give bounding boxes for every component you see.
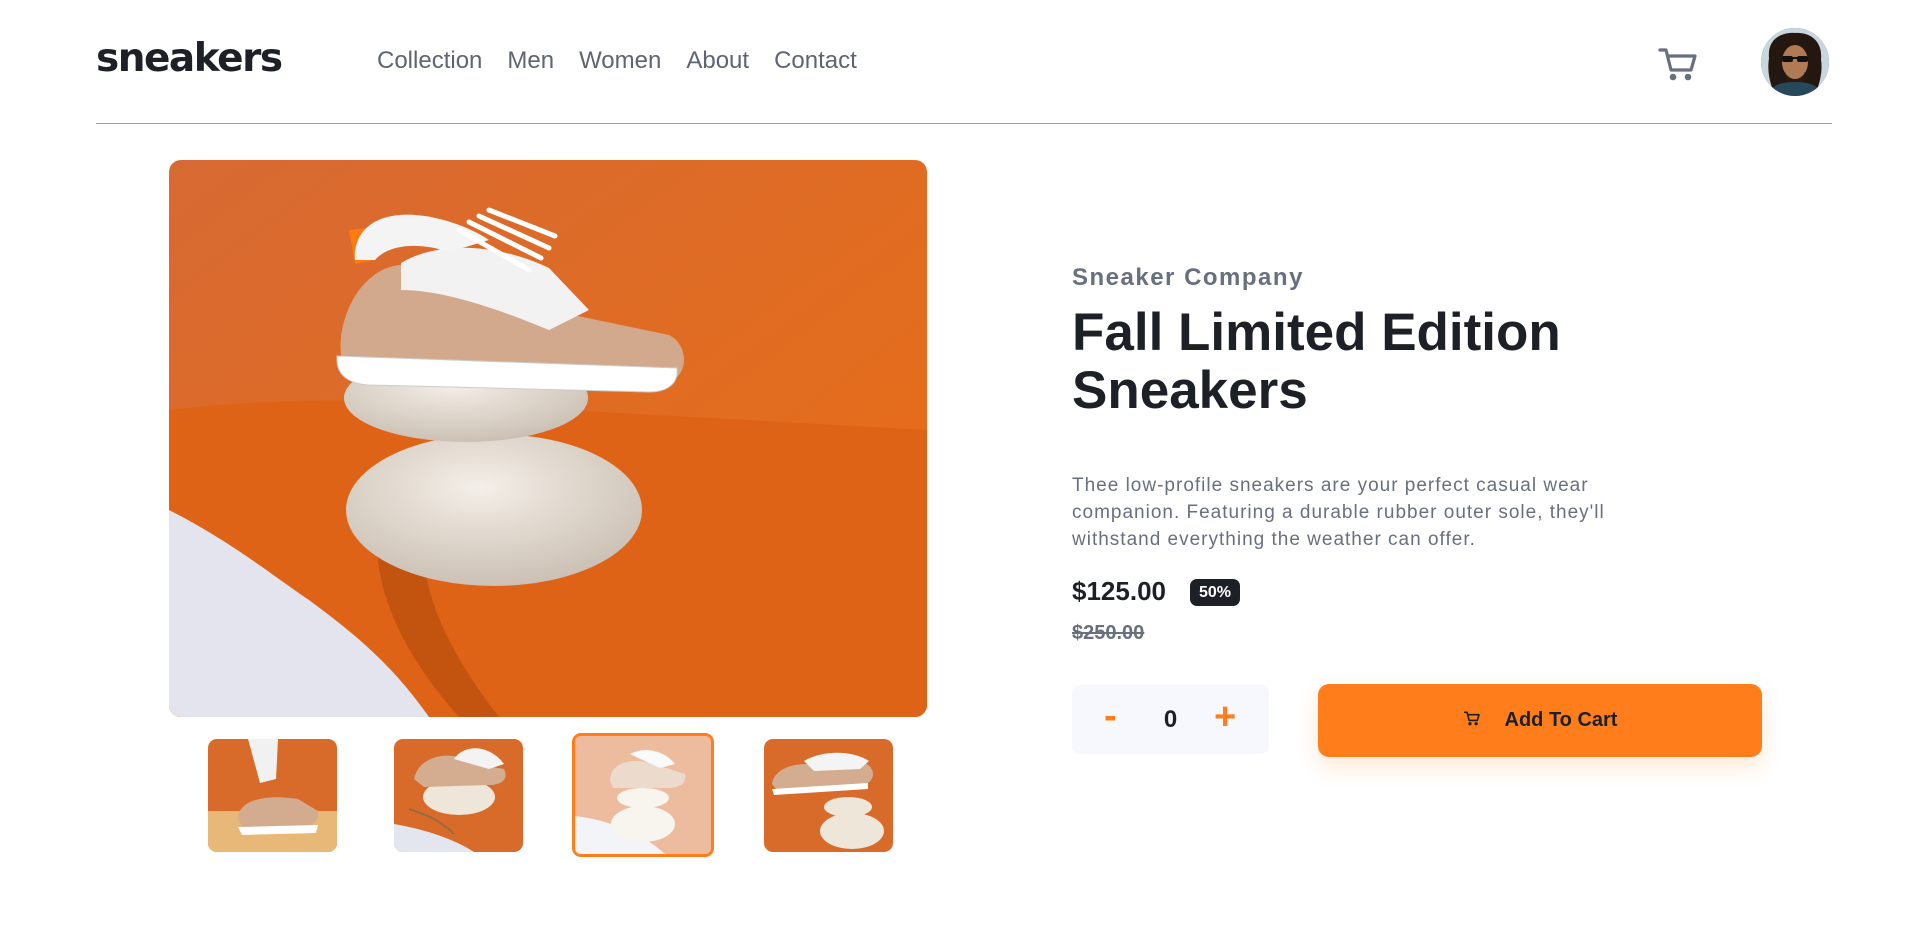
add-to-cart-label: Add To Cart [1504, 709, 1618, 731]
current-price: $125.00 [1072, 576, 1166, 606]
thumbnail-2[interactable] [394, 739, 523, 852]
original-price: $250.00 [1072, 622, 1145, 644]
thumbnail-4[interactable] [764, 739, 893, 852]
logo[interactable]: sneakers [96, 36, 283, 81]
company-name: Sneaker Company [1072, 264, 1304, 291]
thumbnail-1[interactable] [208, 739, 337, 852]
product-description: Thee low-profile sneakers are your perfe… [1072, 475, 1605, 550]
nav-link-men[interactable]: Men [507, 47, 554, 75]
product-title-line2: Sneakers [1072, 361, 1308, 420]
active-thumbnail-overlay [575, 736, 711, 854]
nav-link-contact[interactable]: Contact [774, 47, 857, 75]
nav-link-women[interactable]: Women [579, 47, 661, 75]
increase-quantity-button[interactable]: + [1214, 696, 1236, 739]
cart-icon[interactable] [1656, 42, 1700, 86]
thumbnail-3[interactable] [572, 733, 714, 857]
nav-link-about[interactable]: About [686, 47, 749, 75]
main-nav: Collection Men Women About Contact [377, 47, 857, 75]
cart-icon [1463, 709, 1481, 732]
site-header: sneakers Collection Men Women About Cont… [96, 0, 1832, 124]
add-to-cart-button[interactable]: Add To Cart [1318, 684, 1762, 757]
product-main-image[interactable] [169, 160, 927, 717]
nav-link-collection[interactable]: Collection [377, 47, 482, 75]
discount-badge: 50% [1190, 579, 1241, 606]
quantity-stepper: - 0 + [1072, 685, 1269, 754]
user-avatar[interactable] [1761, 28, 1829, 96]
quantity-value: 0 [1163, 706, 1178, 733]
product-title-line1: Fall Limited Edition [1072, 303, 1561, 362]
product-title: Fall Limited Edition Sneakers [1072, 304, 1632, 420]
